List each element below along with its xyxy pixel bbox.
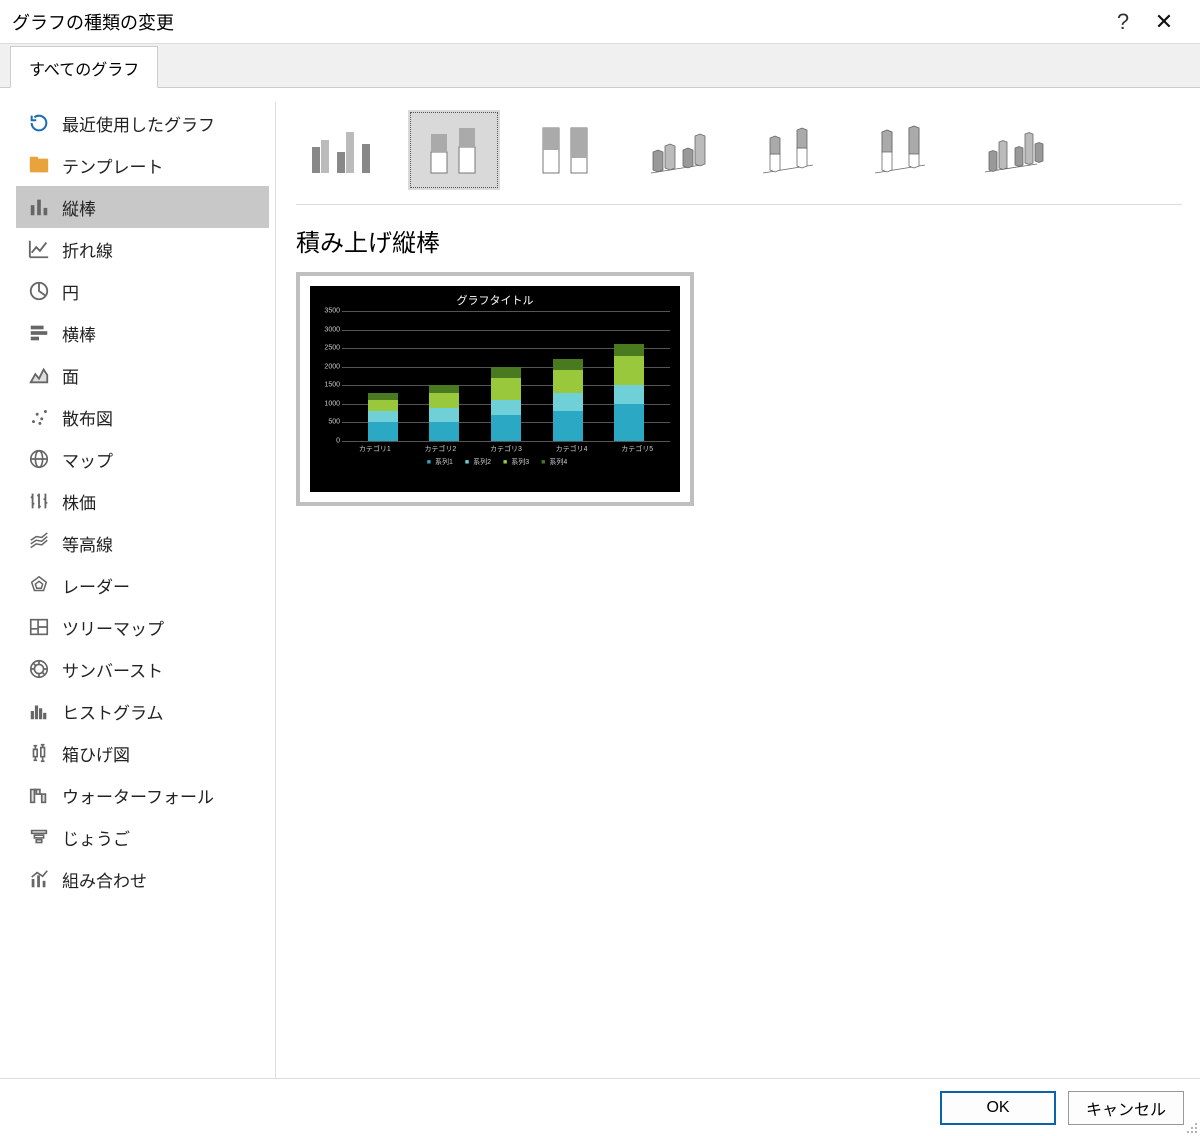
titlebar: グラフの種類の変更 ? ✕	[0, 0, 1200, 44]
subtype-row	[296, 102, 1182, 205]
treemap-icon	[24, 614, 54, 640]
subtype-title: 積み上げ縦棒	[296, 223, 1182, 258]
sidebar-item-waterfall[interactable]: ウォーターフォール	[16, 774, 269, 816]
main-pane: 積み上げ縦棒 グラフタイトル 0500100015002000250030003…	[276, 102, 1182, 1078]
sidebar-item-label: 組み合わせ	[62, 867, 147, 892]
chart-preview-inner: グラフタイトル 0500100015002000250030003500 カテゴ…	[310, 286, 680, 492]
sidebar-item-sunburst[interactable]: サンバースト	[16, 648, 269, 690]
subtype-3d-clustered-column[interactable]	[632, 110, 724, 190]
histogram-icon	[24, 698, 54, 724]
sidebar-item-bar[interactable]: 横棒	[16, 312, 269, 354]
sidebar-item-label: 横棒	[62, 321, 96, 346]
sidebar-item-label: 等高線	[62, 531, 113, 556]
subtype-3d-column[interactable]	[968, 110, 1060, 190]
sidebar-item-pie[interactable]: 円	[16, 270, 269, 312]
chart-preview[interactable]: グラフタイトル 0500100015002000250030003500 カテゴ…	[296, 272, 694, 506]
sidebar-item-label: ウォーターフォール	[62, 783, 214, 808]
subtype-3d-stacked-column[interactable]	[744, 110, 836, 190]
boxwhisker-icon	[24, 740, 54, 766]
bar-icon	[24, 320, 54, 346]
tab-all-charts[interactable]: すべてのグラフ	[10, 46, 158, 88]
sidebar-item-label: 箱ひげ図	[62, 741, 130, 766]
area-icon	[24, 362, 54, 388]
sidebar-item-label: テンプレート	[62, 153, 164, 178]
sidebar-item-label: 折れ線	[62, 237, 113, 262]
chart-plot: 0500100015002000250030003500	[342, 311, 670, 441]
subtype-3d-100-stacked-column[interactable]	[856, 110, 948, 190]
chart-title: グラフタイトル	[320, 292, 670, 308]
sidebar-item-boxwhisker[interactable]: 箱ひげ図	[16, 732, 269, 774]
sidebar-item-stock[interactable]: 株価	[16, 480, 269, 522]
sidebar-item-label: 面	[62, 363, 79, 388]
cancel-button[interactable]: キャンセル	[1068, 1091, 1184, 1125]
sidebar-item-label: 縦棒	[62, 195, 96, 220]
sidebar-item-column[interactable]: 縦棒	[16, 186, 269, 228]
surface-icon	[24, 530, 54, 556]
sidebar-item-funnel[interactable]: じょうご	[16, 816, 269, 858]
scatter-icon	[24, 404, 54, 430]
stock-icon	[24, 488, 54, 514]
sidebar-item-map[interactable]: マップ	[16, 438, 269, 480]
content-area: 最近使用したグラフテンプレート縦棒折れ線円横棒面散布図マップ株価等高線レーダーツ…	[0, 88, 1200, 1078]
sidebar-item-label: じょうご	[62, 825, 130, 850]
sidebar-item-treemap[interactable]: ツリーマップ	[16, 606, 269, 648]
sidebar-item-recent[interactable]: 最近使用したグラフ	[16, 102, 269, 144]
sidebar-item-surface[interactable]: 等高線	[16, 522, 269, 564]
sidebar-item-label: ヒストグラム	[62, 699, 164, 724]
sidebar-item-combo[interactable]: 組み合わせ	[16, 858, 269, 900]
sunburst-icon	[24, 656, 54, 682]
help-icon[interactable]: ?	[1106, 9, 1140, 35]
recent-icon	[24, 110, 54, 136]
dialog-title: グラフの種類の変更	[12, 9, 1106, 35]
sidebar-item-line[interactable]: 折れ線	[16, 228, 269, 270]
sidebar-item-label: ツリーマップ	[62, 615, 164, 640]
pie-icon	[24, 278, 54, 304]
category-sidebar: 最近使用したグラフテンプレート縦棒折れ線円横棒面散布図マップ株価等高線レーダーツ…	[16, 102, 276, 1078]
map-icon	[24, 446, 54, 472]
sidebar-item-templates[interactable]: テンプレート	[16, 144, 269, 186]
combo-icon	[24, 866, 54, 892]
footer: OK キャンセル	[0, 1078, 1200, 1136]
sidebar-item-label: サンバースト	[62, 657, 163, 682]
column-icon	[24, 194, 54, 220]
ok-button[interactable]: OK	[940, 1091, 1056, 1125]
templates-icon	[24, 152, 54, 178]
subtype-stacked-column[interactable]	[408, 110, 500, 190]
subtype-100-stacked-column[interactable]	[520, 110, 612, 190]
subtype-clustered-column[interactable]	[296, 110, 388, 190]
sidebar-item-label: 株価	[62, 489, 96, 514]
close-icon[interactable]: ✕	[1140, 5, 1188, 39]
sidebar-item-area[interactable]: 面	[16, 354, 269, 396]
sidebar-item-label: 散布図	[62, 405, 113, 430]
chart-legend: ■系列1■系列2■系列3■系列4	[320, 457, 670, 467]
waterfall-icon	[24, 782, 54, 808]
resize-grip-icon[interactable]	[1186, 1122, 1198, 1134]
sidebar-item-label: マップ	[62, 447, 113, 472]
radar-icon	[24, 572, 54, 598]
line-icon	[24, 236, 54, 262]
sidebar-item-histogram[interactable]: ヒストグラム	[16, 690, 269, 732]
chart-xlabels: カテゴリ1カテゴリ2カテゴリ3カテゴリ4カテゴリ5	[342, 444, 670, 454]
sidebar-item-label: レーダー	[62, 573, 130, 598]
sidebar-item-scatter[interactable]: 散布図	[16, 396, 269, 438]
sidebar-item-label: 円	[62, 279, 79, 304]
sidebar-item-radar[interactable]: レーダー	[16, 564, 269, 606]
funnel-icon	[24, 824, 54, 850]
tabstrip: すべてのグラフ	[0, 44, 1200, 88]
sidebar-item-label: 最近使用したグラフ	[62, 111, 215, 136]
